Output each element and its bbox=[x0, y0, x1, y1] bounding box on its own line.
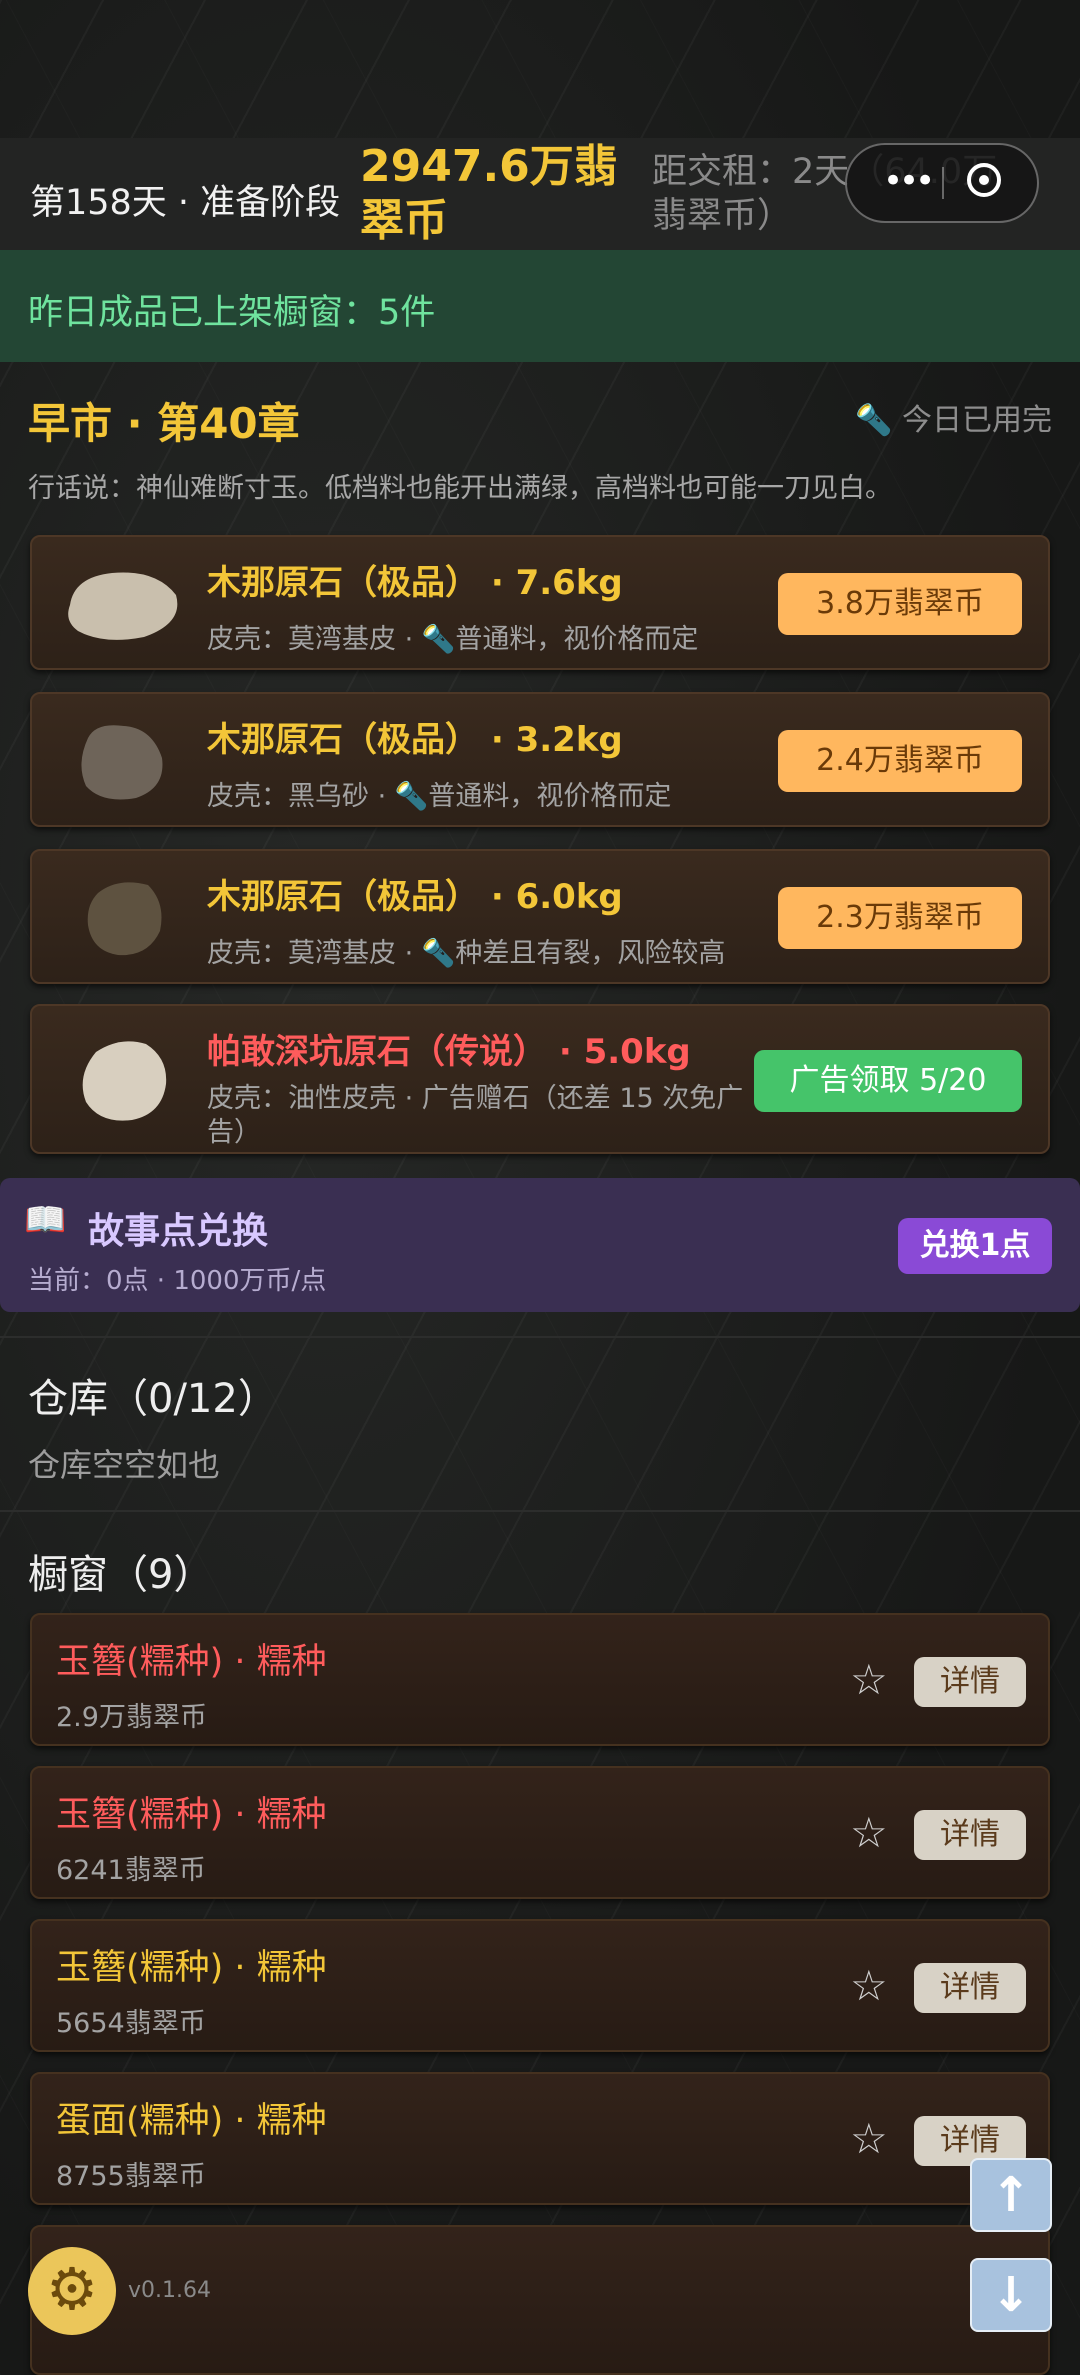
coin-balance: 2947.6万翡翠币 bbox=[360, 141, 618, 246]
capsule-divider bbox=[942, 167, 944, 199]
showcase-item: 玉簪(糯种) · 糯种 2.9万翡翠币 ☆ 详情 bbox=[30, 1613, 1050, 1746]
exchange-point-button[interactable]: 兑换1点 bbox=[898, 1218, 1052, 1274]
torch-status: 🔦 今日已用完 bbox=[855, 395, 1052, 439]
book-icon: 📖 bbox=[24, 1200, 67, 1240]
story-points-current: 当前：0点 · 1000万币/点 bbox=[28, 1266, 327, 1296]
showcase-item: 玉簪(糯种) · 糯种 6241翡翠币 ☆ 详情 bbox=[30, 1766, 1050, 1899]
close-miniprogram-icon[interactable] bbox=[967, 163, 1001, 197]
more-icon[interactable]: ••• bbox=[883, 161, 935, 201]
stone-card: 木那原石（极品） · 6.0kg 皮壳：莫湾基皮 · 🔦种差且有裂，风险较高 2… bbox=[30, 849, 1050, 984]
stone-name: 木那原石（极品） · 3.2kg bbox=[207, 720, 623, 760]
stone-card: 帕敢深坑原石（传说） · 5.0kg 皮壳：油性皮壳 · 广告赠石（还差 15 … bbox=[30, 1004, 1050, 1154]
item-price: 8755翡翠币 bbox=[56, 2161, 206, 2192]
miniprogram-capsule: ••• bbox=[845, 143, 1039, 223]
stone-icon bbox=[87, 882, 162, 956]
arrow-up-icon: ↑ bbox=[990, 2167, 1032, 2223]
buy-stone-button[interactable]: 2.3万翡翠币 bbox=[778, 887, 1022, 949]
detail-button[interactable]: 详情 bbox=[914, 1810, 1026, 1860]
stone-card: 木那原石（极品） · 7.6kg 皮壳：莫湾基皮 · 🔦普通料，视价格而定 3.… bbox=[30, 535, 1050, 670]
buy-stone-button[interactable]: 2.4万翡翠币 bbox=[778, 730, 1022, 792]
version-label: v0.1.64 bbox=[128, 2278, 211, 2303]
detail-button[interactable]: 详情 bbox=[914, 1963, 1026, 2013]
gear-icon: ⚙ bbox=[46, 2255, 98, 2323]
detail-button[interactable]: 详情 bbox=[914, 1657, 1026, 1707]
showcase-title: 橱窗（9） bbox=[28, 1552, 214, 1598]
showcase-item: 蛋面(糯种) · 糯种 8755翡翠币 ☆ 详情 bbox=[30, 2072, 1050, 2205]
watch-ad-claim-button[interactable]: 广告领取 5/20 bbox=[754, 1050, 1022, 1112]
item-name: 玉簪(糯种) · 糯种 bbox=[56, 1948, 327, 1988]
stone-name: 帕敢深坑原石（传说） · 5.0kg bbox=[207, 1032, 691, 1072]
star-icon[interactable]: ☆ bbox=[850, 1961, 888, 2010]
scroll-top-button[interactable]: ↑ bbox=[970, 2158, 1052, 2232]
stone-desc: 皮壳：莫湾基皮 · 🔦普通料，视价格而定 bbox=[207, 624, 699, 655]
story-points-panel: 📖 故事点兑换 当前：0点 · 1000万币/点 兑换1点 bbox=[0, 1178, 1080, 1312]
arrow-down-icon: ↓ bbox=[990, 2267, 1032, 2323]
item-price: 2.9万翡翠币 bbox=[56, 1702, 207, 1733]
item-price: 5654翡翠币 bbox=[56, 2008, 206, 2039]
stone-card: 木那原石（极品） · 3.2kg 皮壳：黑乌砂 · 🔦普通料，视价格而定 2.4… bbox=[30, 692, 1050, 827]
warehouse-empty-text: 仓库空空如也 bbox=[28, 1446, 221, 1484]
stone-desc: 皮壳：莫湾基皮 · 🔦种差且有裂，风险较高 bbox=[207, 938, 726, 969]
stone-icon bbox=[68, 572, 178, 640]
proverb-text: 行话说：神仙难断寸玉。低档料也能开出满绿，高档料也可能一刀见白。 bbox=[28, 473, 892, 504]
stone-icon bbox=[81, 725, 163, 800]
showcase-item: 玉簪(糯种) · 糯种 5654翡翠币 ☆ 详情 bbox=[30, 1919, 1050, 2052]
star-icon[interactable]: ☆ bbox=[850, 1655, 888, 1704]
notice-text: 昨日成品已上架橱窗：5件 bbox=[28, 293, 436, 333]
item-price: 6241翡翠币 bbox=[56, 1855, 206, 1886]
market-chapter-title: 早市 · 第40章 bbox=[28, 399, 300, 448]
flashlight-icon: 🔦 bbox=[855, 403, 902, 438]
day-phase-label: 第158天 · 准备阶段 bbox=[30, 183, 341, 223]
item-name: 蛋面(糯种) · 糯种 bbox=[56, 2101, 327, 2141]
stone-desc: 皮壳：黑乌砂 · 🔦普通料，视价格而定 bbox=[207, 781, 672, 812]
settings-button[interactable]: ⚙ bbox=[28, 2247, 116, 2335]
stone-desc: 皮壳：油性皮壳 · 广告赠石（还差 15 次免广告） bbox=[207, 1083, 744, 1148]
scroll-bottom-button[interactable]: ↓ bbox=[970, 2258, 1052, 2332]
buy-stone-button[interactable]: 3.8万翡翠币 bbox=[778, 573, 1022, 635]
star-icon[interactable]: ☆ bbox=[850, 2114, 888, 2163]
divider bbox=[0, 1336, 1080, 1338]
warehouse-title: 仓库（0/12） bbox=[28, 1376, 278, 1422]
stone-name: 木那原石（极品） · 7.6kg bbox=[207, 563, 623, 603]
stone-name: 木那原石（极品） · 6.0kg bbox=[207, 877, 623, 917]
item-name: 玉簪(糯种) · 糯种 bbox=[56, 1795, 327, 1835]
torch-status-text: 今日已用完 bbox=[902, 403, 1052, 438]
stone-icon bbox=[82, 1041, 167, 1121]
notice-bar: 昨日成品已上架橱窗：5件 bbox=[0, 250, 1080, 362]
star-icon[interactable]: ☆ bbox=[850, 1808, 888, 1857]
item-name: 玉簪(糯种) · 糯种 bbox=[56, 1642, 327, 1682]
story-points-title: 故事点兑换 bbox=[88, 1211, 269, 1252]
divider bbox=[0, 1510, 1080, 1512]
